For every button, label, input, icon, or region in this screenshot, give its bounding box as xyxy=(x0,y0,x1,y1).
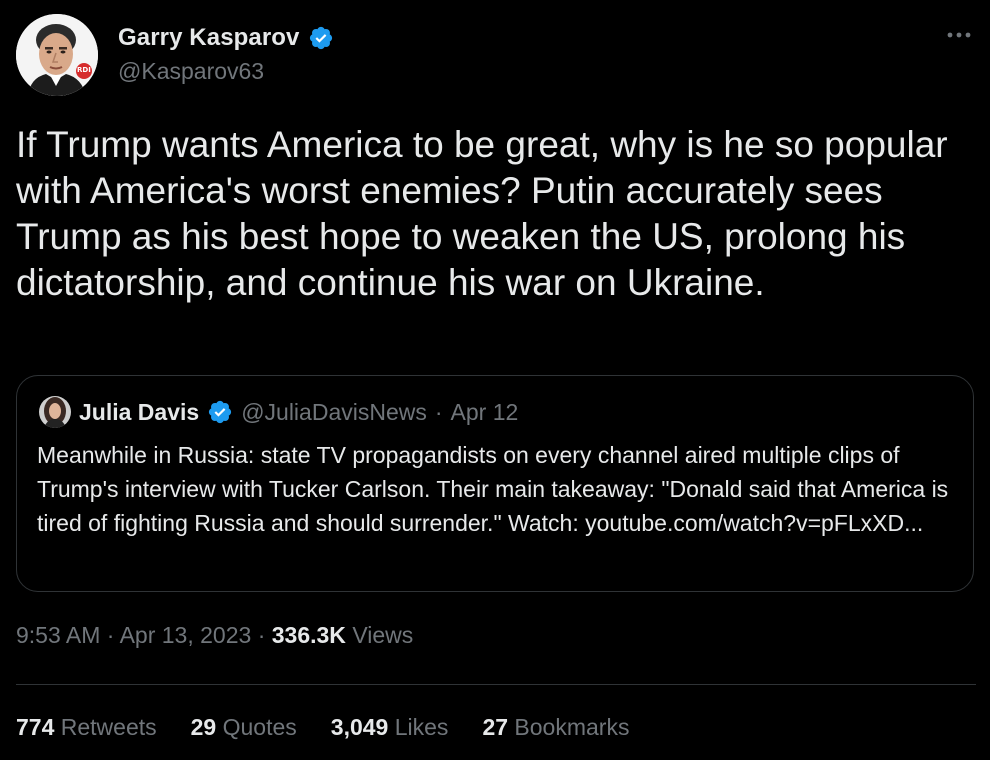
more-options-icon xyxy=(947,32,971,38)
author-name-row: Garry Kasparov xyxy=(118,22,334,54)
likes-count: 3,049 xyxy=(330,714,389,740)
author-handle[interactable]: @Kasparov63 xyxy=(118,58,264,85)
quoted-tweet-link[interactable]: youtube.com/watch?v=pFLxXD... xyxy=(585,510,923,536)
separator-dot: · xyxy=(434,398,443,425)
retweets-label: Retweets xyxy=(60,714,157,740)
quoted-tweet[interactable]: Julia Davis @JuliaDavisNews · Apr 12 Mea… xyxy=(16,375,974,592)
divider xyxy=(16,684,976,685)
tweet-meta: 9:53 AM · Apr 13, 2023 · 336.3K Views xyxy=(16,622,413,649)
quotes-count: 29 xyxy=(190,714,217,740)
engagement-stats: 774 Retweets 29 Quotes 3,049 Likes 27 Bo… xyxy=(16,714,629,741)
views-label: Views xyxy=(352,622,414,648)
tweet-text: If Trump wants America to be great, why … xyxy=(16,124,948,303)
quoted-tweet-header: Julia Davis @JuliaDavisNews · Apr 12 xyxy=(39,396,518,428)
author-avatar[interactable]: RDI xyxy=(16,14,98,96)
avatar-badge-text: RDI xyxy=(77,66,91,74)
quoted-author-avatar[interactable] xyxy=(39,396,71,428)
bookmarks-label: Bookmarks xyxy=(514,714,630,740)
retweets-stat[interactable]: 774 Retweets xyxy=(16,714,157,741)
verified-badge-icon xyxy=(308,25,334,51)
quoted-tweet-date[interactable]: Apr 12 xyxy=(451,399,519,426)
author-display-name[interactable]: Garry Kasparov xyxy=(118,24,300,52)
tweet-detail: RDI Garry Kasparov @Kasparov63 If Trump … xyxy=(0,0,990,760)
quotes-label: Quotes xyxy=(222,714,297,740)
bookmarks-count: 27 xyxy=(482,714,509,740)
bookmarks-stat[interactable]: 27 Bookmarks xyxy=(482,714,629,741)
quotes-stat[interactable]: 29 Quotes xyxy=(191,714,297,741)
more-options-button[interactable] xyxy=(942,18,976,52)
quoted-author-handle[interactable]: @JuliaDavisNews xyxy=(241,399,427,426)
tweet-date[interactable]: Apr 13, 2023 xyxy=(120,622,252,648)
separator-dot: · xyxy=(257,622,266,648)
quoted-tweet-text: Meanwhile in Russia: state TV propagandi… xyxy=(37,438,962,540)
likes-label: Likes xyxy=(394,714,449,740)
tweet-time[interactable]: 9:53 AM xyxy=(16,622,100,648)
verified-badge-icon xyxy=(207,399,233,425)
separator-dot: · xyxy=(106,622,115,648)
views-count: 336.3K xyxy=(271,622,346,648)
quoted-author-name[interactable]: Julia Davis xyxy=(79,399,199,426)
retweets-count: 774 xyxy=(16,714,55,740)
likes-stat[interactable]: 3,049 Likes xyxy=(331,714,449,741)
